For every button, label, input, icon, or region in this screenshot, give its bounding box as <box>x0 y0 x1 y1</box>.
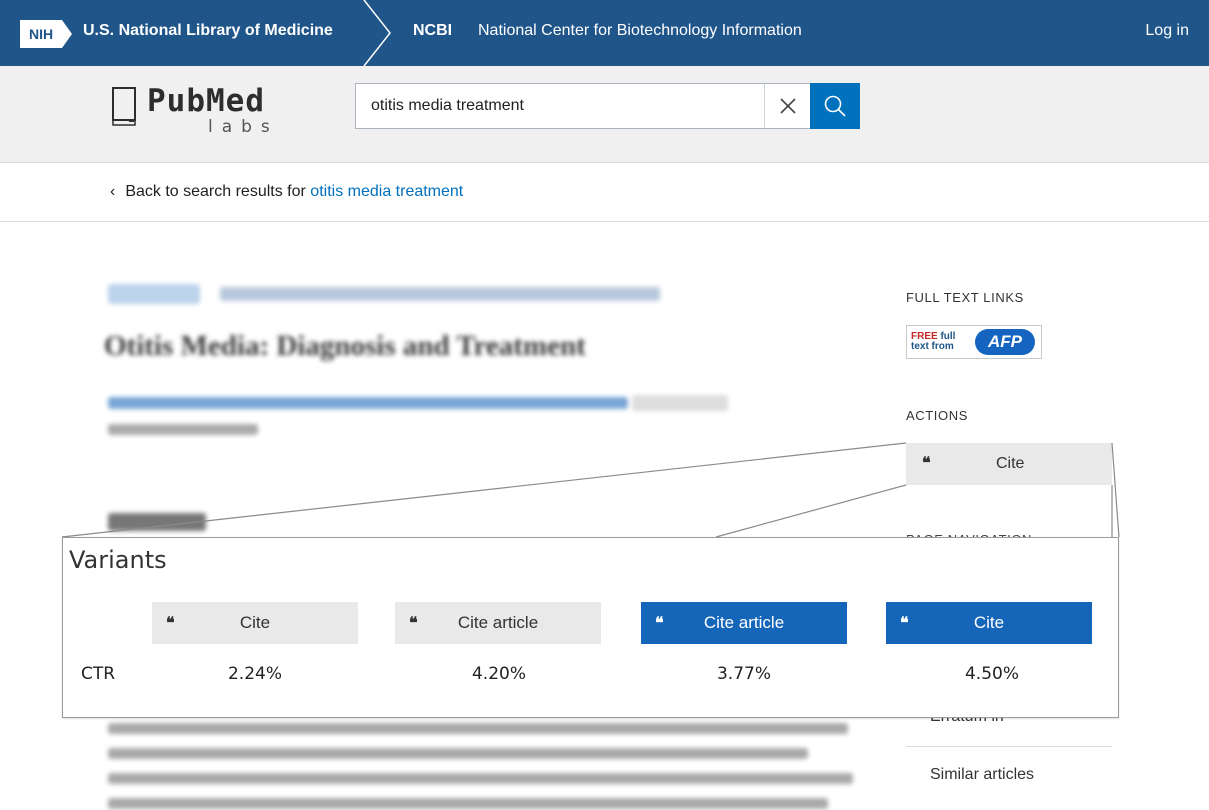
variant-cite-article-blue-button[interactable]: ❝ Cite article <box>641 602 847 644</box>
ctr-value: 2.24% <box>227 664 282 684</box>
variant-label: Cite <box>239 613 271 632</box>
variant-cite-blue-button[interactable]: ❝ Cite <box>886 602 1092 644</box>
variant-label: Cite article <box>703 613 785 632</box>
variants-title: Variants <box>69 546 167 574</box>
variant-cite-article-gray-button[interactable]: ❝ Cite article <box>395 602 601 644</box>
ctr-value: 4.20% <box>471 664 526 684</box>
variant-cite-gray-button[interactable]: ❝ Cite <box>152 602 358 644</box>
ctr-value: 3.77% <box>716 664 771 684</box>
ctr-label: CTR <box>81 664 116 684</box>
ctr-value: 4.50% <box>964 664 1019 684</box>
variants-panel: Variants ❝ Cite ❝ Cite article ❝ Cite ar… <box>62 537 1119 718</box>
variant-label: Cite article <box>457 613 539 632</box>
variant-label: Cite <box>973 613 1005 632</box>
